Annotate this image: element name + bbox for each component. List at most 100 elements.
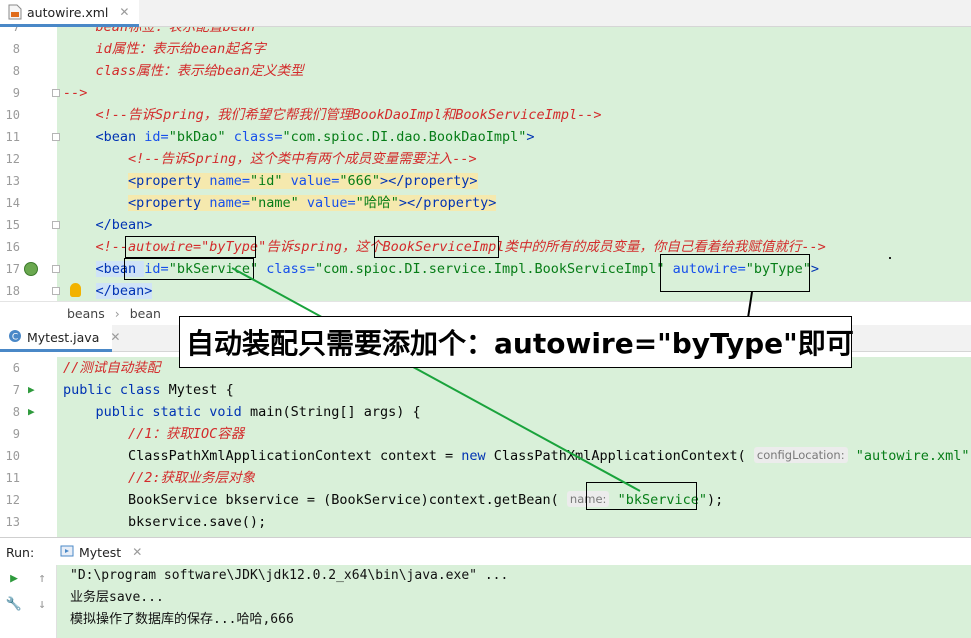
line-number: 12 <box>5 493 20 507</box>
code-text[interactable]: <!--告诉Spring，我们希望它帮我们管理BookDaoImpl和BookS… <box>63 104 602 126</box>
code-line[interactable]: 9 //1：获取IOC容器 <box>0 423 971 445</box>
line-number: 12 <box>5 152 20 166</box>
code-token: class属性：表示给bean定义类型 <box>63 63 304 79</box>
code-token: ></property> <box>398 195 497 211</box>
code-token: bean标签：表示配置bean <box>63 27 256 35</box>
code-text[interactable]: <!--告诉Spring，这个类中有两个成员变量需要注入--> <box>63 148 477 170</box>
run-gutter-icon[interactable]: ▶ <box>28 401 35 423</box>
run-gutter-icon[interactable]: ▶ <box>28 379 35 401</box>
code-text[interactable]: ClassPathXmlApplicationContext context =… <box>63 445 971 467</box>
intention-bulb-icon[interactable] <box>70 283 81 297</box>
code-token: class= <box>266 261 316 277</box>
close-icon[interactable]: ✕ <box>110 330 120 344</box>
code-line[interactable]: 10 ClassPathXmlApplicationContext contex… <box>0 445 971 467</box>
line-number: 13 <box>5 174 20 188</box>
console-output[interactable]: ▶ ↑ 🔧 ↓ "D:\program software\JDK\jdk12.0… <box>0 565 971 638</box>
code-token: <property <box>128 195 210 211</box>
code-line[interactable]: 11 //2:获取业务层对象 <box>0 467 971 489</box>
code-line[interactable]: 8 id属性：表示给bean起名字 <box>0 38 971 60</box>
close-icon[interactable]: ✕ <box>119 5 129 19</box>
breadcrumb-item-beans[interactable]: beans <box>67 306 105 321</box>
code-line[interactable]: 9 --> <box>0 82 971 104</box>
wrench-icon[interactable]: 🔧 <box>5 595 23 613</box>
code-text[interactable]: </bean> <box>63 214 153 236</box>
code-text[interactable]: public class Mytest { <box>63 379 234 401</box>
breadcrumb-item-bean[interactable]: bean <box>130 306 161 321</box>
fold-marker-icon[interactable] <box>52 133 60 141</box>
tab-run-mytest[interactable]: Mytest ✕ <box>50 538 152 566</box>
code-token: <property <box>128 173 210 189</box>
code-text[interactable]: <property name="name" value="哈哈"></prope… <box>63 192 497 214</box>
code-token: "com.spioc.DI.service.Impl.BookServiceIm… <box>315 261 673 277</box>
code-token: "com.spioc.DI.dao.BookDaoImpl" <box>282 129 527 145</box>
console-line: "D:\program software\JDK\jdk12.0.2_x64\b… <box>70 568 509 583</box>
code-line[interactable]: 10 <!--告诉Spring，我们希望它帮我们管理BookDaoImpl和Bo… <box>0 104 971 126</box>
tab-autowire-xml[interactable]: autowire.xml ✕ <box>0 0 140 27</box>
scroll-up-icon[interactable]: ↑ <box>33 569 51 587</box>
fold-marker-icon[interactable] <box>52 265 60 273</box>
code-token: new <box>461 448 494 464</box>
line-number: 8 <box>12 405 20 419</box>
run-panel-header: Run: Mytest ✕ <box>0 537 971 565</box>
code-token: <!--告诉Spring，我们希望它帮我们管理BookDaoImpl和BookS… <box>63 107 602 123</box>
fold-marker-icon[interactable] <box>52 221 60 229</box>
fold-marker-icon[interactable] <box>52 89 60 97</box>
code-token: ></property> <box>380 173 478 189</box>
close-icon[interactable]: ✕ <box>132 545 142 559</box>
code-token: </bean> <box>95 283 153 299</box>
code-token: class= <box>233 129 283 145</box>
code-line[interactable]: 15 </bean> <box>0 214 971 236</box>
code-line[interactable]: 11 <bean id="bkDao" class="com.spioc.DI.… <box>0 126 971 148</box>
code-text[interactable]: <property name="id" value="666"></proper… <box>63 170 478 192</box>
code-text[interactable]: --> <box>63 82 87 104</box>
code-text[interactable]: public static void main(String[] args) { <box>63 401 421 423</box>
java-editor[interactable]: 6 //测试自动装配 7 ▶ public class Mytest {8 ▶ publi… <box>0 357 971 537</box>
code-text[interactable]: bkservice.save(); <box>63 511 266 533</box>
spring-bean-gutter-icon[interactable] <box>24 262 38 276</box>
code-token: value= <box>290 173 340 189</box>
code-token: > <box>526 129 535 145</box>
code-token: //2:获取业务层对象 <box>63 470 256 486</box>
code-text[interactable]: //1：获取IOC容器 <box>63 423 244 445</box>
run-config-icon <box>60 544 74 561</box>
tab-mytest-java[interactable]: C Mytest.java ✕ <box>0 325 120 352</box>
rerun-icon[interactable]: ▶ <box>5 569 23 587</box>
highlight-box-bookserviceimpl-comment <box>374 236 499 258</box>
code-token: ClassPathXmlApplicationContext context = <box>63 448 462 464</box>
fold-marker-icon[interactable] <box>52 287 60 295</box>
code-text[interactable]: //2:获取业务层对象 <box>63 467 255 489</box>
tab-title: autowire.xml <box>27 4 109 20</box>
code-text[interactable]: bean标签：表示配置bean <box>63 27 256 38</box>
code-line[interactable]: 18 </bean> <box>0 280 971 301</box>
line-number: 6 <box>12 361 20 375</box>
code-text[interactable]: id属性：表示给bean起名字 <box>63 38 266 60</box>
console-line: 模拟操作了数据库的保存...哈哈,666 <box>70 612 294 627</box>
code-line[interactable]: 7 bean标签：表示配置bean <box>0 27 971 38</box>
code-line[interactable]: 8 ▶ public static void main(String[] args… <box>0 401 971 423</box>
code-text[interactable]: class属性：表示给bean定义类型 <box>63 60 304 82</box>
code-line[interactable]: 7 ▶ public class Mytest { <box>0 379 971 401</box>
code-text[interactable]: //测试自动装配 <box>63 357 160 379</box>
console-line: 业务层save... <box>70 590 164 605</box>
scroll-down-icon[interactable]: ↓ <box>33 595 51 613</box>
code-token: public class <box>63 382 169 398</box>
svg-text:C: C <box>12 332 18 342</box>
code-text[interactable]: <bean id="bkDao" class="com.spioc.DI.dao… <box>63 126 535 148</box>
code-token: //测试自动装配 <box>63 360 161 376</box>
code-line[interactable]: 8 class属性：表示给bean定义类型 <box>0 60 971 82</box>
code-line[interactable]: 12 BookService bkservice = (BookService)… <box>0 489 971 511</box>
code-token: BookService bkservice = (BookService)con… <box>63 492 567 508</box>
code-line[interactable]: 12 <!--告诉Spring，这个类中有两个成员变量需要注入--> <box>0 148 971 170</box>
code-line[interactable]: 14 <property name="name" value="哈哈"></pr… <box>0 192 971 214</box>
code-token: name= <box>209 173 250 189</box>
code-line[interactable]: 13 bkservice.save(); <box>0 511 971 533</box>
code-token: "bkDao" <box>168 129 234 145</box>
code-token: id属性：表示给bean起名字 <box>63 41 266 57</box>
line-number: 11 <box>5 471 20 485</box>
breadcrumb-separator: › <box>114 306 120 321</box>
code-token: "id" <box>249 173 291 189</box>
code-line[interactable]: 13 <property name="id" value="666"></pro… <box>0 170 971 192</box>
